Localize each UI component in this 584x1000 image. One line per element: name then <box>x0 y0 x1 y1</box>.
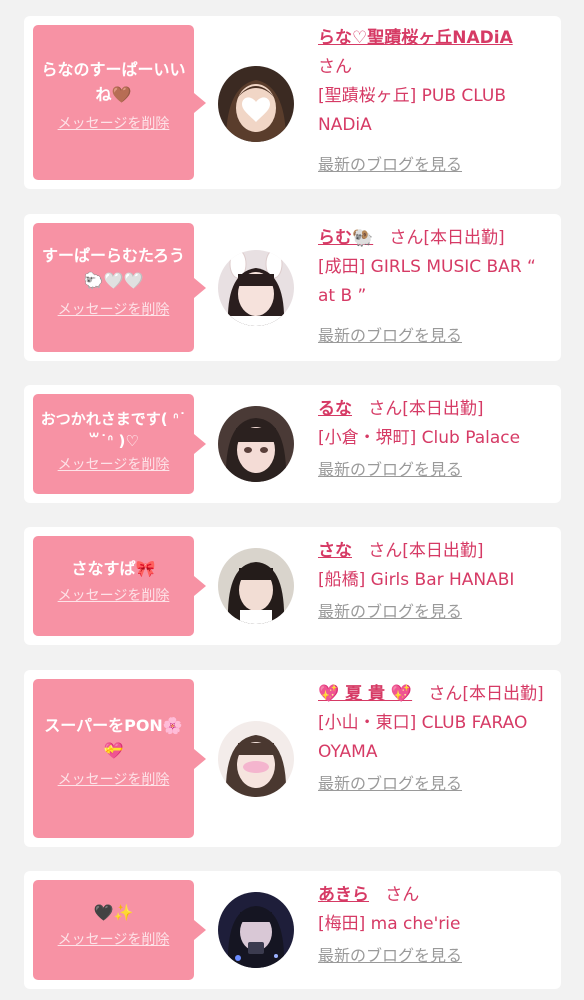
avatar[interactable] <box>218 66 294 142</box>
message-text: さなすぱ🎀 <box>71 559 156 578</box>
latest-blog-link[interactable]: 最新のブログを見る <box>318 597 462 626</box>
honorific: さん <box>318 57 352 77</box>
sender-name[interactable]: るな <box>318 399 352 419</box>
message-card: さなすぱ🎀 メッセージを削除 さな さん[本日出勤] [船橋] Girls Ba… <box>24 527 561 645</box>
sender-info: 💖 夏 貴 💖 さん[本日出勤] [小山・東口] CLUB FARAO OYAM… <box>318 680 554 799</box>
sender-info: るな さん[本日出勤] [小倉・堺町] Club Palace 最新のブログを見… <box>318 395 554 485</box>
delete-message-link[interactable]: メッセージを削除 <box>58 115 170 133</box>
delete-message-link[interactable]: メッセージを削除 <box>58 931 170 949</box>
status-badge: [本日出勤] <box>402 541 484 561</box>
message-bubble: 🖤✨ メッセージを削除 <box>33 880 206 980</box>
avatar[interactable] <box>218 892 294 968</box>
message-bubble: さなすぱ🎀 メッセージを削除 <box>33 536 206 636</box>
sender-info: らむ🐏 さん[本日出勤] [成田] GIRLS MUSIC BAR “ at B… <box>318 224 554 351</box>
latest-blog-link[interactable]: 最新のブログを見る <box>318 321 462 350</box>
honorific: さん <box>385 885 420 905</box>
message-bubble: らなのすーぱーいいね🤎 メッセージを削除 <box>33 25 206 180</box>
message-bubble: おつかれさまです( ᐢ˙꒳˙ᐢ )♡ メッセージを削除 <box>33 394 206 494</box>
sender-name[interactable]: 💖 夏 貴 💖 <box>318 684 412 704</box>
delete-message-link[interactable]: メッセージを削除 <box>58 301 170 319</box>
shop-name: [小倉・堺町] Club Palace <box>318 428 521 448</box>
avatar[interactable] <box>218 250 294 326</box>
shop-name: [聖蹟桜ヶ丘] PUB CLUB NADiA <box>318 86 507 135</box>
latest-blog-link[interactable]: 最新のブログを見る <box>318 941 462 970</box>
message-text: らなのすーぱーいいね🤎 <box>41 60 186 104</box>
message-text: スーパーをPON🌸💝 <box>44 716 183 760</box>
message-bubble: すーぱーらむたろう🐑🤍🤍 メッセージを削除 <box>33 223 206 352</box>
message-list: らなのすーぱーいいね🤎 メッセージを削除 らな♡聖蹟桜ヶ丘NADiA さん [聖… <box>0 0 584 1000</box>
sender-name[interactable]: らな♡聖蹟桜ヶ丘NADiA <box>318 28 513 48</box>
sender-info: さな さん[本日出勤] [船橋] Girls Bar HANABI 最新のブログ… <box>318 537 554 627</box>
shop-name: [成田] GIRLS MUSIC BAR “ at B ” <box>318 257 536 306</box>
honorific: さん <box>368 399 403 419</box>
sender-name[interactable]: らむ🐏 <box>318 228 373 248</box>
honorific: さん <box>428 684 463 704</box>
honorific: さん <box>389 228 424 248</box>
sender-name[interactable]: さな <box>318 541 352 561</box>
status-badge: [本日出勤] <box>462 684 544 704</box>
status-badge: [本日出勤] <box>402 399 484 419</box>
message-text: すーぱーらむたろう🐑🤍🤍 <box>41 246 186 290</box>
message-text: 🖤✨ <box>93 903 134 922</box>
message-card: おつかれさまです( ᐢ˙꒳˙ᐢ )♡ メッセージを削除 るな さん[本日出勤] … <box>24 385 561 503</box>
shop-name: [船橋] Girls Bar HANABI <box>318 570 515 590</box>
shop-name: [小山・東口] CLUB FARAO OYAMA <box>318 713 528 762</box>
latest-blog-link[interactable]: 最新のブログを見る <box>318 150 462 179</box>
message-card: 🖤✨ メッセージを削除 あきら さん [梅田] ma che'rie 最新のブロ… <box>24 871 561 989</box>
sender-info: あきら さん [梅田] ma che'rie 最新のブログを見る <box>318 881 554 971</box>
avatar[interactable] <box>218 548 294 624</box>
avatar[interactable] <box>218 721 294 797</box>
delete-message-link[interactable]: メッセージを削除 <box>58 771 170 789</box>
avatar[interactable] <box>218 406 294 482</box>
message-bubble: スーパーをPON🌸💝 メッセージを削除 <box>33 679 206 838</box>
message-text: おつかれさまです( ᐢ˙꒳˙ᐢ )♡ <box>40 410 187 450</box>
shop-name: [梅田] ma che'rie <box>318 914 461 934</box>
sender-info: らな♡聖蹟桜ヶ丘NADiA さん [聖蹟桜ヶ丘] PUB CLUB NADiA … <box>318 24 554 180</box>
status-badge: [本日出勤] <box>423 228 505 248</box>
message-card: らなのすーぱーいいね🤎 メッセージを削除 らな♡聖蹟桜ヶ丘NADiA さん [聖… <box>24 16 561 189</box>
message-card: すーぱーらむたろう🐑🤍🤍 メッセージを削除 らむ🐏 さん[本日出勤] [成田] … <box>24 214 561 361</box>
delete-message-link[interactable]: メッセージを削除 <box>58 587 170 605</box>
latest-blog-link[interactable]: 最新のブログを見る <box>318 769 462 798</box>
sender-name[interactable]: あきら <box>318 885 369 905</box>
delete-message-link[interactable]: メッセージを削除 <box>58 456 170 474</box>
honorific: さん <box>368 541 403 561</box>
latest-blog-link[interactable]: 最新のブログを見る <box>318 455 462 484</box>
message-card: スーパーをPON🌸💝 メッセージを削除 💖 夏 貴 💖 さん[本日出勤] [小山… <box>24 670 561 847</box>
